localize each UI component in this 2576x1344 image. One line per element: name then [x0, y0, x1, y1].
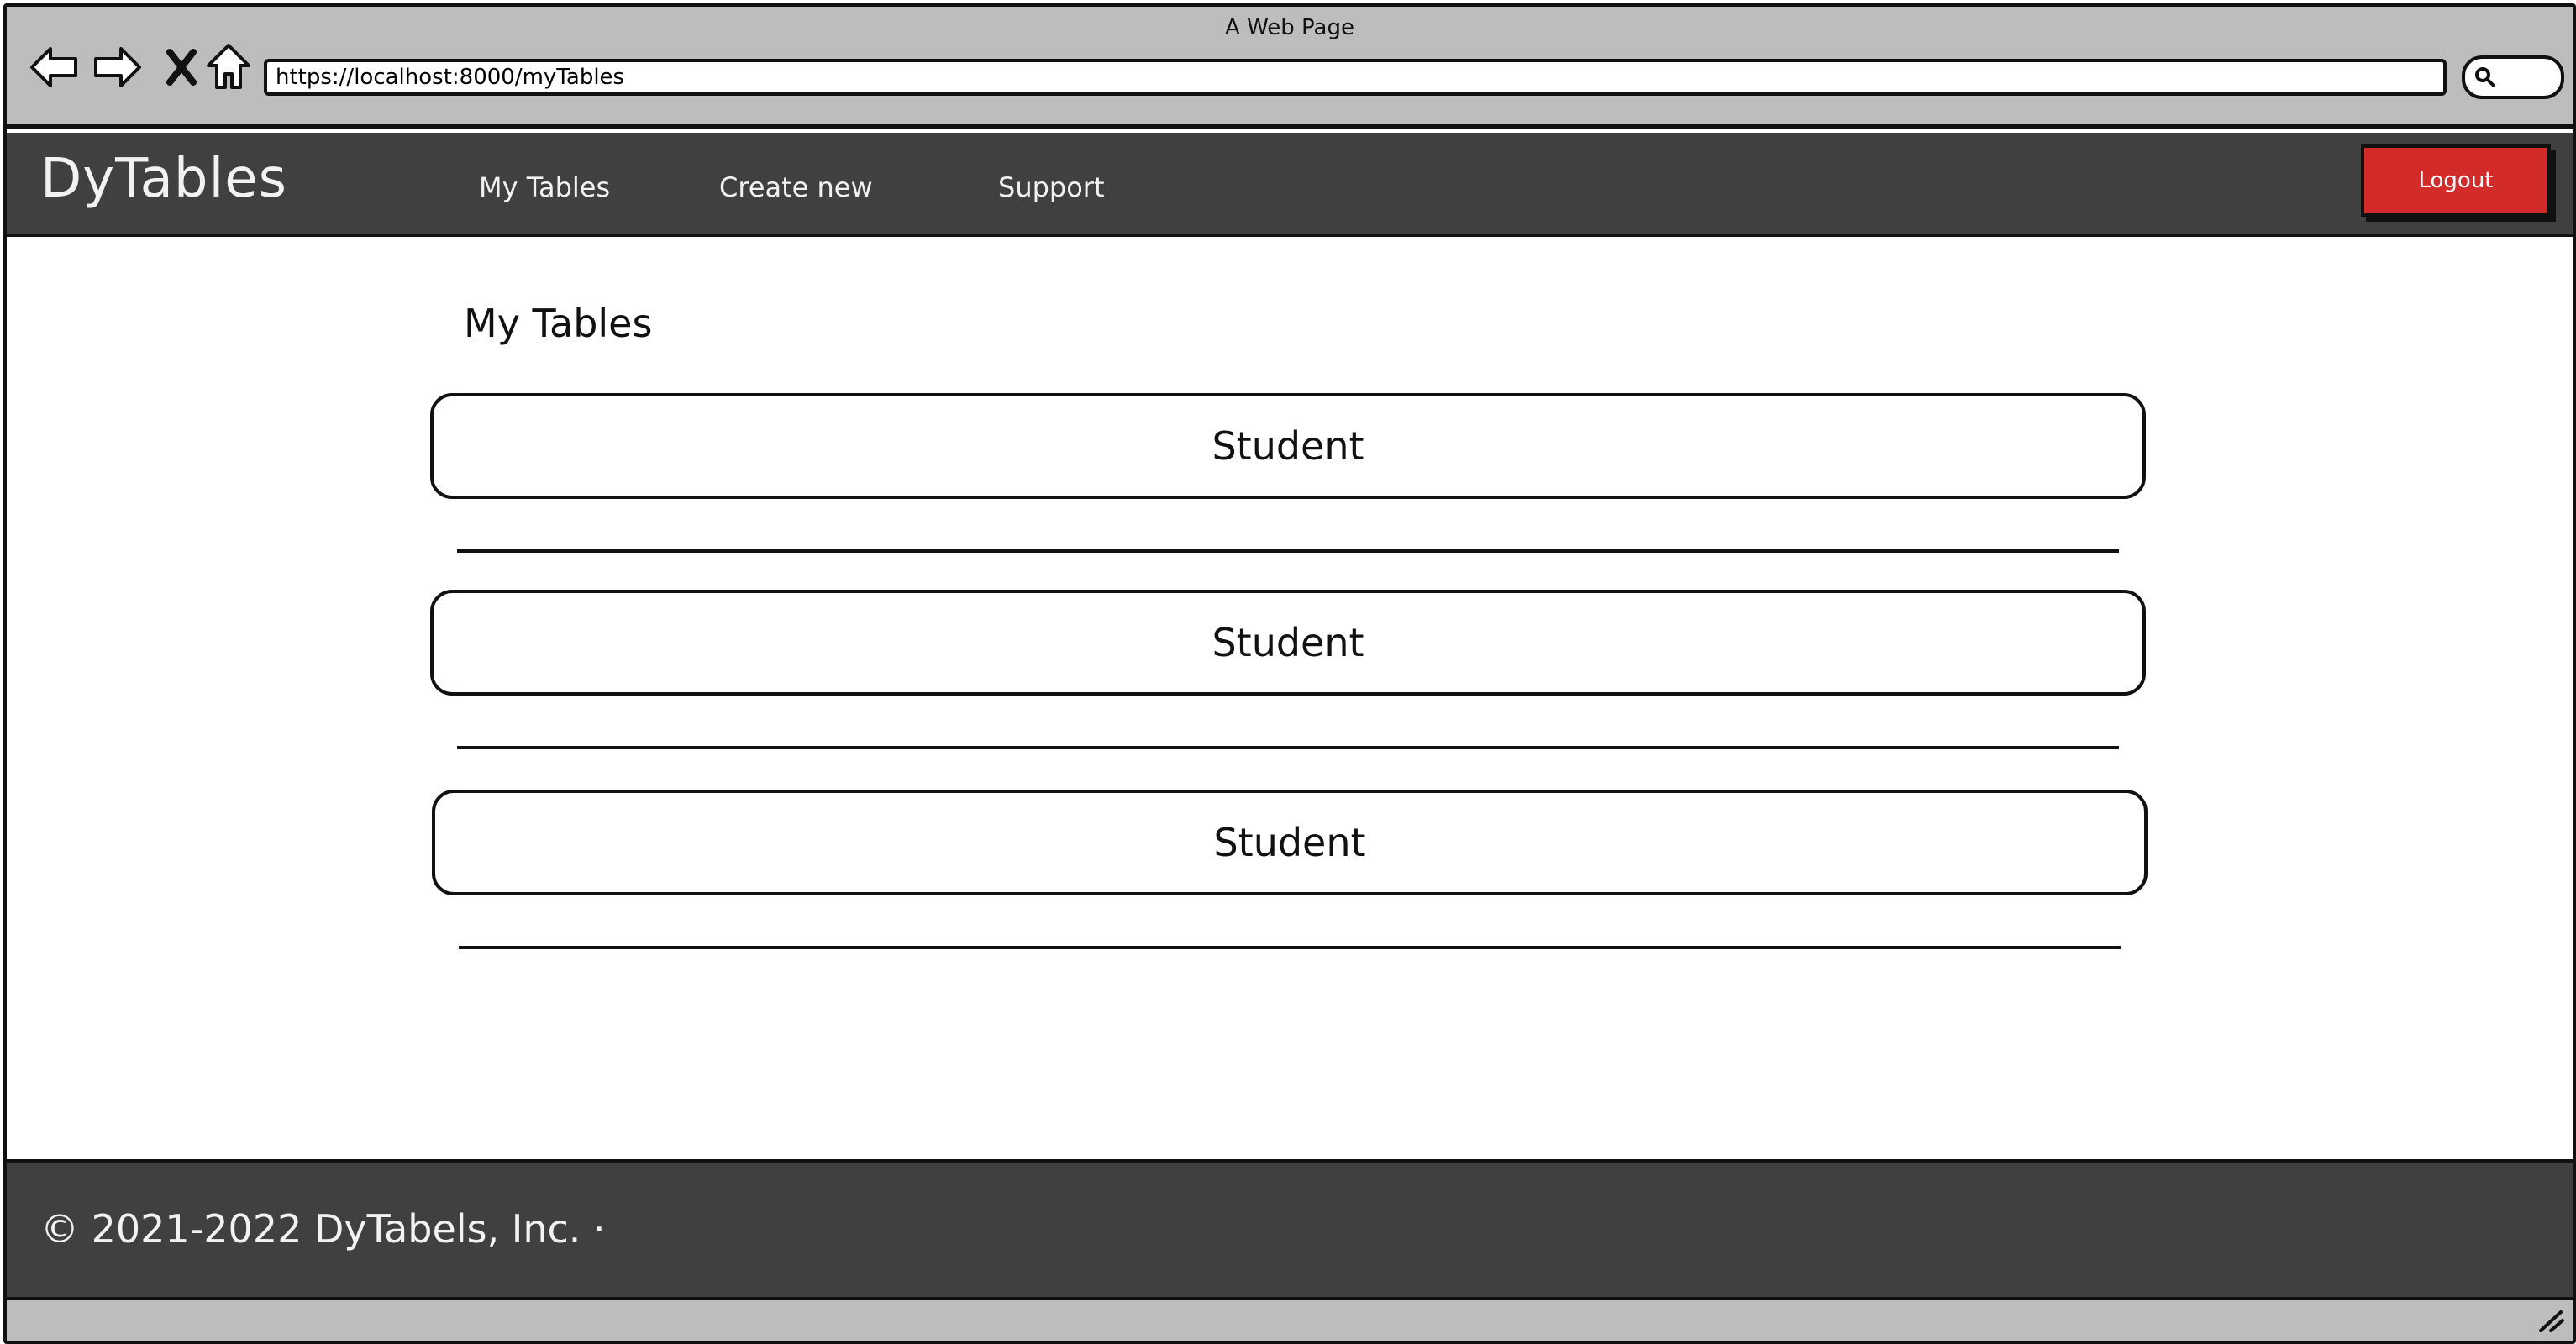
logout-button[interactable]: Logout: [2361, 144, 2551, 217]
home-icon[interactable]: [202, 40, 255, 94]
divider: [457, 549, 2119, 553]
address-bar[interactable]: https://localhost:8000/myTables: [264, 59, 2447, 96]
table-card[interactable]: Student: [430, 393, 2146, 499]
forward-arrow-icon[interactable]: [91, 40, 145, 94]
browser-window: A Web Page https://localhost:8000/myTabl…: [3, 3, 2576, 1344]
resize-handle-icon[interactable]: [2537, 1309, 2566, 1337]
copyright-text: © 2021-2022 DyTabels, Inc. ·: [40, 1206, 606, 1252]
search-icon: [2475, 67, 2495, 87]
nav-create-new[interactable]: Create new: [719, 171, 873, 203]
browser-search-field[interactable]: [2462, 55, 2564, 99]
nav-support[interactable]: Support: [998, 171, 1105, 203]
browser-status-bar: [7, 1300, 2573, 1341]
app-header: DyTables My Tables Create new Support Lo…: [7, 133, 2573, 237]
table-card[interactable]: Student: [432, 790, 2148, 895]
nav-my-tables[interactable]: My Tables: [479, 171, 610, 203]
back-arrow-icon[interactable]: [27, 40, 81, 94]
divider: [459, 946, 2121, 949]
table-card[interactable]: Student: [430, 590, 2146, 696]
divider: [457, 746, 2119, 749]
brand-logo[interactable]: DyTables: [40, 148, 287, 210]
window-title: A Web Page: [1225, 15, 1354, 40]
page-title: My Tables: [464, 301, 653, 346]
app-footer: © 2021-2022 DyTabels, Inc. ·: [7, 1159, 2573, 1300]
browser-chrome: A Web Page https://localhost:8000/myTabl…: [7, 7, 2573, 129]
